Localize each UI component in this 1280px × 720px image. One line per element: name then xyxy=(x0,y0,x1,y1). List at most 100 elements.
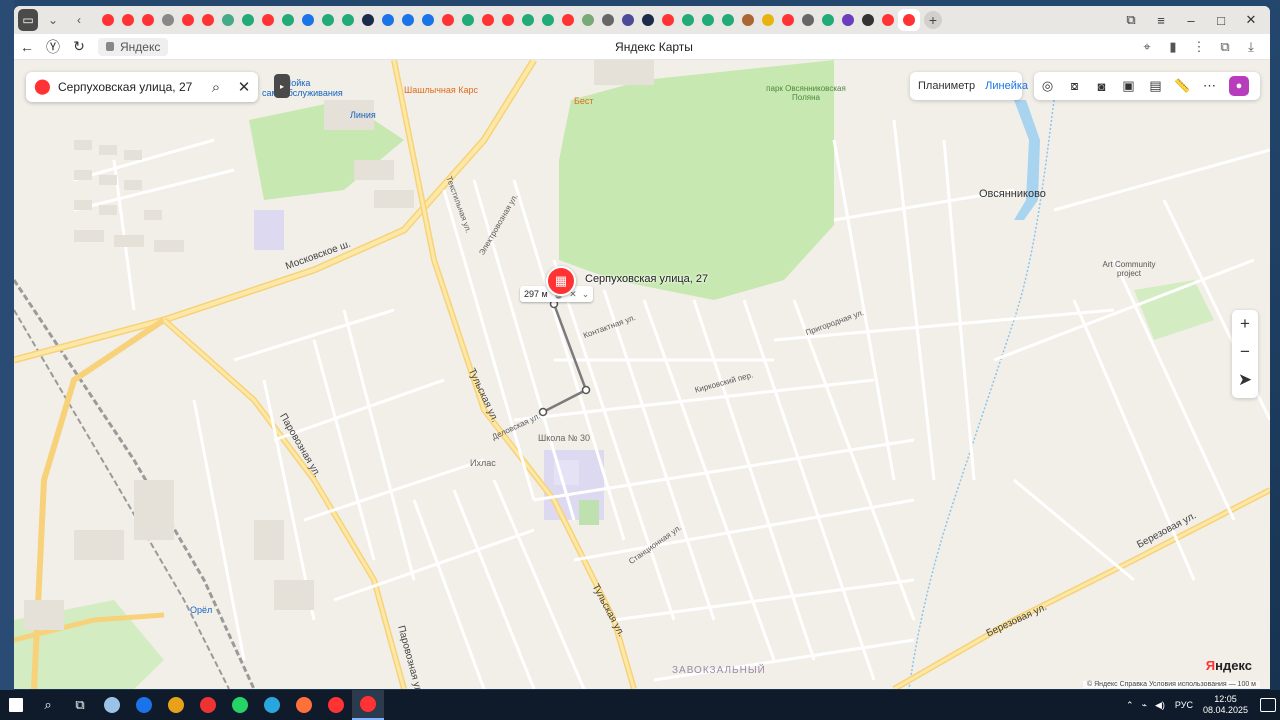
browser-tab[interactable] xyxy=(678,10,698,30)
browser-tab[interactable] xyxy=(638,10,658,30)
zoom-in-button[interactable]: + xyxy=(1240,310,1250,338)
search-icon[interactable]: ⌕ xyxy=(202,79,230,96)
back-tabs-button[interactable]: ‹ xyxy=(68,9,90,31)
browser-tab[interactable] xyxy=(618,10,638,30)
taskbar-app-icon[interactable] xyxy=(320,690,352,720)
tab-favicon-icon xyxy=(562,14,574,26)
browser-tab[interactable] xyxy=(578,10,598,30)
browser-tab[interactable] xyxy=(338,10,358,30)
browser-tab[interactable] xyxy=(538,10,558,30)
taskbar-app-icon[interactable] xyxy=(160,690,192,720)
notification-icon[interactable] xyxy=(1260,698,1276,712)
language-indicator[interactable]: РУС xyxy=(1175,700,1193,710)
browser-tab[interactable] xyxy=(658,10,678,30)
browser-tab[interactable] xyxy=(738,10,758,30)
collapse-panel-button[interactable]: ▸ xyxy=(274,74,290,98)
browser-tab[interactable] xyxy=(698,10,718,30)
browser-tab[interactable] xyxy=(758,10,778,30)
browser-tab[interactable] xyxy=(778,10,798,30)
browser-tab[interactable] xyxy=(818,10,838,30)
browser-tab[interactable] xyxy=(98,10,118,30)
bookmark-icon[interactable]: ▮ xyxy=(1160,39,1186,55)
downloads-icon[interactable]: ⤓ xyxy=(1238,39,1264,55)
taskbar-app-icon[interactable] xyxy=(352,690,384,720)
search-input[interactable]: Серпуховская улица, 27 xyxy=(58,80,202,94)
close-icon[interactable]: ✕ xyxy=(230,78,258,96)
browser-tab[interactable] xyxy=(518,10,538,30)
browser-tab[interactable] xyxy=(598,10,618,30)
taskbar-app-icon[interactable] xyxy=(256,690,288,720)
taskbar-app-icon[interactable] xyxy=(192,690,224,720)
close-window-button[interactable]: ✕ xyxy=(1236,12,1266,28)
browser-tab[interactable] xyxy=(898,9,920,31)
taskbar-app-icon[interactable] xyxy=(288,690,320,720)
yandex-home-icon[interactable]: Ⓨ xyxy=(40,37,66,57)
tray-arrow-icon[interactable]: ⌃ xyxy=(1126,700,1134,711)
browser-tab[interactable] xyxy=(418,10,438,30)
zoom-out-button[interactable]: − xyxy=(1240,338,1250,366)
restore-icon[interactable]: ⧉ xyxy=(1116,12,1146,28)
browser-tab[interactable] xyxy=(298,10,318,30)
search-icon[interactable]: ⌕ xyxy=(32,690,64,720)
browser-tab[interactable] xyxy=(238,10,258,30)
browser-tab[interactable] xyxy=(278,10,298,30)
planimeter-button[interactable]: Планиметр xyxy=(918,80,975,92)
more-icon[interactable]: ⋯ xyxy=(1196,78,1223,94)
reload-icon[interactable]: ↻ xyxy=(66,38,92,55)
browser-tab[interactable] xyxy=(498,10,518,30)
tab-favicon-icon xyxy=(622,14,634,26)
minimize-button[interactable]: – xyxy=(1176,13,1206,28)
panorama-icon[interactable]: ⧇ xyxy=(1061,78,1088,94)
clock[interactable]: 12:05 08.04.2025 xyxy=(1203,694,1248,716)
browser-tab[interactable] xyxy=(198,10,218,30)
bus-icon[interactable]: ▣ xyxy=(1115,78,1142,94)
browser-tab[interactable] xyxy=(358,10,378,30)
browser-tab[interactable] xyxy=(158,10,178,30)
map-canvas[interactable]: Московское ш. Тульская ул. Тульская ул. … xyxy=(14,60,1270,689)
locate-icon[interactable]: ➤ xyxy=(1238,366,1252,394)
browser-tab[interactable] xyxy=(398,10,418,30)
layers-icon[interactable]: ◎ xyxy=(1034,78,1061,94)
ruler-icon[interactable]: 📏 xyxy=(1169,78,1196,94)
browser-tab[interactable] xyxy=(718,10,738,30)
browser-tab[interactable] xyxy=(378,10,398,30)
layers-stack-icon[interactable]: ▤ xyxy=(1142,78,1169,94)
collections-icon[interactable]: ⧉ xyxy=(1212,39,1238,55)
ruler-button[interactable]: Линейка xyxy=(985,80,1028,92)
place-marker[interactable]: ▦ xyxy=(546,266,576,296)
browser-tab[interactable] xyxy=(218,10,238,30)
browser-tab[interactable] xyxy=(458,10,478,30)
browser-tab[interactable] xyxy=(798,10,818,30)
browser-tab[interactable] xyxy=(178,10,198,30)
browser-tab[interactable] xyxy=(438,10,458,30)
browser-menu-button[interactable]: ▭ xyxy=(18,9,38,31)
network-icon[interactable]: ⌁ xyxy=(1142,700,1147,711)
volume-icon[interactable]: ◀) xyxy=(1155,700,1165,711)
browser-tab[interactable] xyxy=(118,10,138,30)
browser-tab[interactable] xyxy=(838,10,858,30)
browser-tab[interactable] xyxy=(258,10,278,30)
tab-favicon-icon xyxy=(502,14,514,26)
chevron-down-icon[interactable]: ⌄ xyxy=(582,289,590,300)
windows-start-icon[interactable] xyxy=(0,690,32,720)
browser-tab[interactable] xyxy=(558,10,578,30)
avatar[interactable]: ● xyxy=(1229,76,1249,96)
browser-tab[interactable] xyxy=(318,10,338,30)
browser-tab[interactable] xyxy=(478,10,498,30)
taskbar-app-icon[interactable] xyxy=(96,690,128,720)
url-field[interactable]: Яндекс xyxy=(98,37,169,56)
camera-icon[interactable]: ◙ xyxy=(1088,79,1115,94)
location-icon[interactable]: ⌖ xyxy=(1134,39,1160,55)
back-icon[interactable]: ← xyxy=(14,39,40,55)
taskbar-app-icon[interactable] xyxy=(224,690,256,720)
browser-tab[interactable] xyxy=(878,10,898,30)
maximize-button[interactable]: □ xyxy=(1206,13,1236,28)
new-tab-button[interactable]: + xyxy=(924,11,942,29)
taskbar-app-icon[interactable] xyxy=(128,690,160,720)
more-icon[interactable]: ⋮ xyxy=(1186,39,1212,55)
task-view-icon[interactable]: ⧉ xyxy=(64,690,96,720)
tabs-dropdown-button[interactable]: ⌄ xyxy=(42,9,64,31)
browser-tab[interactable] xyxy=(138,10,158,30)
menu-icon[interactable]: ≡ xyxy=(1146,13,1176,28)
browser-tab[interactable] xyxy=(858,10,878,30)
